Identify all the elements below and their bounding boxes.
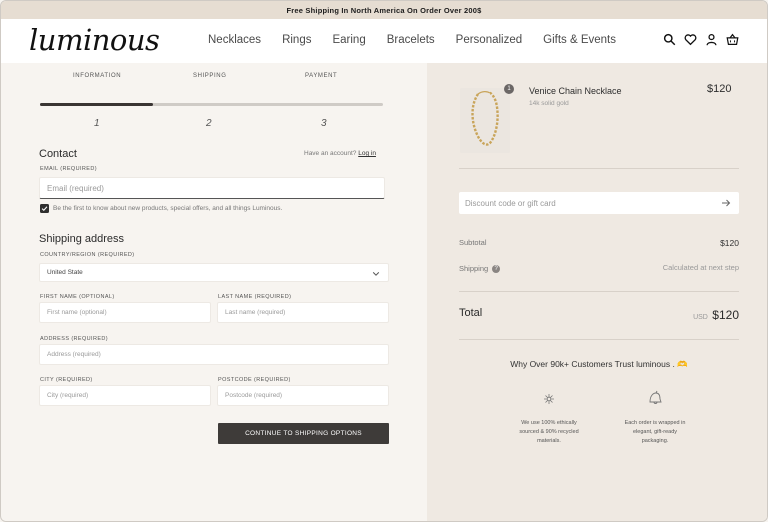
- gift-bell-icon: [649, 390, 662, 404]
- continue-to-shipping-button[interactable]: CONTINUE TO SHIPPING OPTIONS: [218, 423, 389, 444]
- announcement-text: Free Shipping In North America On Order …: [286, 5, 482, 15]
- account-prompt: Have an account? Log in: [304, 150, 376, 157]
- announcement-bar: Free Shipping In North America On Order …: [1, 1, 767, 19]
- discount-placeholder: Discount code or gift card: [465, 198, 556, 208]
- totals-divider: [459, 291, 739, 292]
- country-value: United State: [47, 269, 83, 276]
- quantity-badge: 1: [504, 84, 514, 94]
- product-variant: 14k solid gold: [529, 100, 569, 107]
- summary-divider: [459, 168, 739, 169]
- country-label: COUNTRY/REGION (REQUIRED): [40, 252, 135, 258]
- address-field[interactable]: Address (required): [39, 344, 389, 365]
- newsletter-checkbox[interactable]: [40, 204, 49, 213]
- total-label: Total: [459, 307, 483, 319]
- sparkle-icon: [544, 394, 554, 404]
- chevron-down-icon: [372, 272, 380, 276]
- trust-title: Why Over 90k+ Customers Trust luminous .…: [510, 359, 688, 369]
- nav-item-personalized[interactable]: Personalized: [456, 34, 522, 46]
- step-label-information[interactable]: INFORMATION: [73, 73, 121, 79]
- subtotal-label: Subtotal: [459, 238, 487, 247]
- step-number-3: 3: [321, 118, 327, 129]
- postcode-label: POSTCODE (REQUIRED): [218, 377, 291, 383]
- help-icon[interactable]: ?: [492, 265, 501, 274]
- shipping-label: Shipping: [459, 264, 489, 273]
- address-label: ADDRESS (REQUIRED): [40, 336, 109, 342]
- nav-item-bracelets[interactable]: Bracelets: [387, 34, 435, 46]
- search-icon[interactable]: [663, 33, 676, 46]
- order-summary-panel: 1 Venice Chain Necklace 14k solid gold $…: [427, 63, 767, 521]
- header-icons: [663, 33, 739, 46]
- chain-necklace-image: [460, 88, 510, 153]
- product-image: [460, 88, 510, 153]
- site-header: luminous Necklaces Rings Earing Bracelet…: [1, 19, 767, 63]
- checkout-form-panel: INFORMATION SHIPPING PAYMENT 1 2 3 Conta…: [2, 63, 427, 521]
- login-link[interactable]: Log in: [358, 150, 376, 157]
- postcode-field[interactable]: Postcode (required): [217, 385, 389, 406]
- step-number-2: 2: [206, 118, 212, 129]
- postcode-placeholder: Postcode (required): [225, 392, 283, 399]
- nav-item-rings[interactable]: Rings: [282, 34, 311, 46]
- last-name-label: LAST NAME (REQUIRED): [218, 294, 292, 300]
- product-name: Venice Chain Necklace: [529, 86, 622, 96]
- contact-title: Contact: [39, 148, 77, 160]
- shipping-row: Shipping?: [459, 264, 501, 274]
- subtotal-value: $120: [720, 238, 739, 248]
- country-select[interactable]: United State: [39, 263, 389, 282]
- shipping-address-title: Shipping address: [39, 233, 125, 245]
- product-price: $120: [707, 83, 732, 95]
- checkmark-icon: [41, 206, 48, 212]
- nav-item-gifts-events[interactable]: Gifts & Events: [543, 34, 616, 46]
- checkout-page: Free Shipping In North America On Order …: [0, 0, 768, 522]
- step-label-shipping: SHIPPING: [193, 73, 227, 79]
- city-field[interactable]: City (required): [39, 385, 211, 406]
- city-placeholder: City (required): [47, 392, 89, 399]
- trust-item-packaging: Each order is wrapped in elegant, gift-r…: [624, 420, 686, 444]
- nav-item-necklaces[interactable]: Necklaces: [208, 34, 261, 46]
- step-label-payment: PAYMENT: [305, 73, 338, 79]
- email-label: EMAIL (REQUIRED): [40, 166, 97, 172]
- nav-item-earing[interactable]: Earing: [332, 34, 365, 46]
- city-label: CITY (REQUIRED): [40, 377, 93, 383]
- heart-icon[interactable]: [684, 33, 697, 46]
- main-nav: Necklaces Rings Earing Bracelets Persona…: [208, 34, 616, 46]
- first-name-field[interactable]: First name (optional): [39, 302, 211, 323]
- first-name-placeholder: First name (optional): [47, 309, 107, 316]
- email-placeholder: Email (required): [47, 183, 104, 193]
- trust-item-materials: We use 100% ethically sourced & 90% recy…: [519, 420, 579, 444]
- brand-logo[interactable]: luminous: [29, 23, 160, 57]
- checkout-progress-fill: [40, 103, 154, 106]
- arrow-right-icon[interactable]: [721, 198, 731, 208]
- total-value: $120: [712, 308, 739, 322]
- first-name-label: FIRST NAME (OPTIONAL): [40, 294, 115, 300]
- total-currency: USD: [693, 314, 708, 321]
- last-name-placeholder: Last name (required): [225, 309, 286, 316]
- address-placeholder: Address (required): [47, 351, 101, 358]
- basket-icon[interactable]: [726, 33, 739, 46]
- total-amount: USD $120: [693, 306, 739, 324]
- step-number-1: 1: [94, 118, 100, 129]
- checkout-progress-bar: [40, 103, 383, 106]
- shipping-value: Calculated at next step: [662, 263, 739, 272]
- discount-code-field[interactable]: Discount code or gift card: [459, 192, 739, 214]
- email-field[interactable]: Email (required): [39, 177, 385, 199]
- last-name-field[interactable]: Last name (required): [217, 302, 389, 323]
- account-prompt-text: Have an account?: [304, 150, 357, 157]
- trust-divider: [459, 339, 739, 340]
- user-icon[interactable]: [705, 33, 718, 46]
- newsletter-text: Be the first to know about new products,…: [53, 205, 283, 212]
